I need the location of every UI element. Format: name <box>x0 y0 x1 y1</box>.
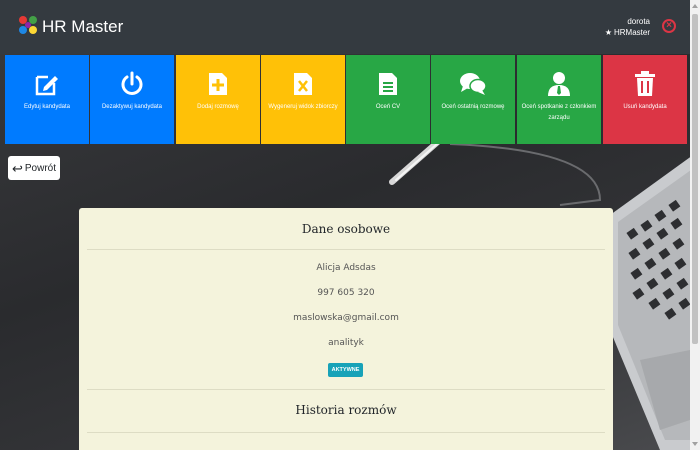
rate-cv-button[interactable]: Oceń CV <box>346 55 430 144</box>
rate-last-interview-button[interactable]: Oceń ostatnią rozmowę <box>431 55 515 144</box>
divider <box>87 249 605 250</box>
tile-label: Oceń ostatnią rozmowę <box>441 104 505 110</box>
deactivate-candidate-button[interactable]: Dezaktywuj kandydata <box>90 55 174 144</box>
tile-label: Oceń CV <box>375 104 401 110</box>
edit-candidate-button[interactable]: Edytuj kandydata <box>5 55 89 144</box>
hr-master-logo[interactable] <box>17 14 39 36</box>
power-icon <box>90 71 174 103</box>
divider <box>87 432 605 433</box>
file-text-icon <box>346 71 430 103</box>
tile-label: Wygeneruj widok zbiorczy <box>268 104 338 110</box>
generate-summary-button[interactable]: Wygeneruj widok zbiorczy <box>261 55 345 144</box>
add-interview-button[interactable]: Dodaj rozmowę <box>176 55 260 144</box>
company-name: HRMaster <box>613 28 650 37</box>
user-name: dorota <box>627 17 650 26</box>
user-company: ★ HRMaster <box>605 28 650 37</box>
user-tie-icon <box>517 71 601 103</box>
app-title[interactable]: HR Master <box>42 17 123 37</box>
file-excel-icon <box>261 71 345 103</box>
edit-icon <box>5 71 89 103</box>
candidate-name: Alicja Adsdas <box>316 263 376 273</box>
arrow-left-icon: ↩ <box>11 160 23 176</box>
tile-label: Usuń kandydata <box>623 104 667 110</box>
divider <box>87 389 605 390</box>
status-badge: AKTYWNE <box>328 363 363 377</box>
scroll-up-icon[interactable] <box>692 4 698 8</box>
interview-history-heading: Historia rozmów <box>295 403 397 417</box>
tile-label: Dezaktywuj kandydata <box>101 104 163 110</box>
vertical-scrollbar[interactable] <box>690 0 700 450</box>
candidate-details-panel: Dane osobowe Alicja Adsdas 997 605 320 m… <box>79 208 613 450</box>
tile-label: Dodaj rozmowę <box>197 104 239 110</box>
action-tiles: Edytuj kandydata Dezaktywuj kandydata Do… <box>5 55 690 144</box>
candidate-phone: 997 605 320 <box>317 288 375 298</box>
trash-icon <box>603 71 687 103</box>
back-button-label: Powrót <box>24 162 57 174</box>
scroll-down-icon[interactable] <box>692 442 698 446</box>
close-icon: × <box>666 20 672 31</box>
tile-label: Oceń spotkanie z członkiem zarządu <box>521 104 597 121</box>
file-plus-icon <box>176 71 260 103</box>
scrollbar-thumb[interactable] <box>692 14 698 344</box>
rate-board-meeting-button[interactable]: Oceń spotkanie z członkiem zarządu <box>517 55 601 144</box>
top-navbar: HR Master dorota ★ HRMaster × <box>0 0 700 54</box>
back-button[interactable]: ↩ Powrót <box>8 156 60 180</box>
candidate-email: maslowska@gmail.com <box>293 313 399 323</box>
delete-candidate-button[interactable]: Usuń kandydata <box>603 55 687 144</box>
star-icon: ★ <box>604 28 612 37</box>
tile-label: Edytuj kandydata <box>23 104 71 110</box>
comments-icon <box>431 71 515 103</box>
candidate-position: analityk <box>328 338 364 348</box>
logout-button[interactable]: × <box>662 19 676 33</box>
personal-data-heading: Dane osobowe <box>301 222 391 236</box>
